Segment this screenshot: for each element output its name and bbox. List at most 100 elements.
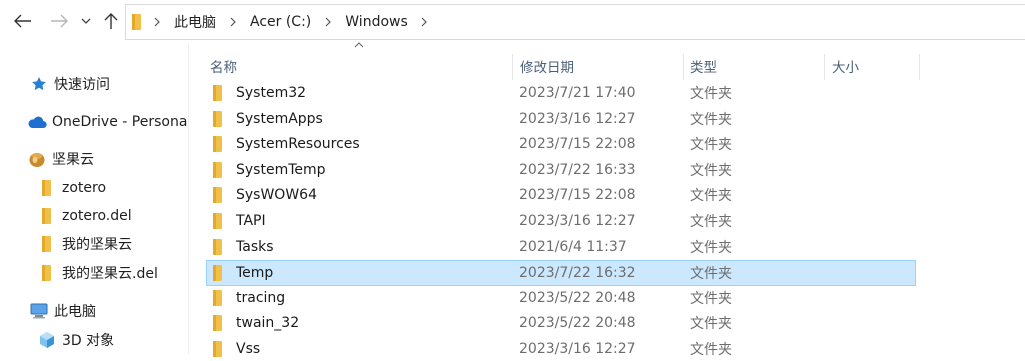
- nav-item-label: 3D 对象: [62, 333, 115, 349]
- nav-item-label: 我的坚果云: [62, 237, 132, 253]
- column-divider[interactable]: [824, 54, 825, 80]
- file-row[interactable]: Vss 2023/3/16 12:27 文件夹: [207, 337, 915, 361]
- file-type: 文件夹: [690, 86, 732, 102]
- pane-divider[interactable]: [188, 44, 189, 354]
- address-bar[interactable]: 此电脑 Acer (C:) Windows: [125, 4, 1025, 40]
- folder-icon: [36, 207, 58, 225]
- up-button[interactable]: [100, 7, 122, 35]
- file-type: 文件夹: [690, 137, 732, 154]
- nav-item-label: 此电脑: [54, 304, 96, 320]
- breadcrumb-this-pc[interactable]: 此电脑: [172, 12, 218, 32]
- file-row[interactable]: SystemResources 2023/7/15 22:08 文件夹: [207, 132, 915, 156]
- folder-icon: [36, 235, 58, 253]
- nav-item-label: OneDrive - Persona: [52, 114, 188, 130]
- file-name[interactable]: SystemTemp: [236, 158, 326, 182]
- column-header-size[interactable]: 大小: [832, 52, 912, 80]
- file-date-modified: 2023/3/16 12:27: [519, 110, 636, 127]
- file-row[interactable]: SystemTemp 2023/7/22 16:33 文件夹: [207, 158, 915, 182]
- file-row[interactable]: tracing 2023/5/22 20:48 文件夹: [207, 286, 915, 310]
- file-row[interactable]: Temp 2023/7/22 16:32 文件夹: [206, 260, 916, 287]
- arrow-left-icon: [14, 14, 31, 28]
- chevron-right-icon[interactable]: [418, 15, 432, 29]
- chevron-right-icon: [150, 15, 164, 29]
- nav-item-zotero[interactable]: zotero: [36, 175, 106, 201]
- recent-locations-button[interactable]: [78, 7, 94, 35]
- nav-item-jianguoyun[interactable]: 坚果云: [26, 146, 94, 172]
- cloud-icon: [26, 113, 48, 131]
- nav-item-zotero-del[interactable]: zotero.del: [36, 203, 132, 229]
- breadcrumb-drive[interactable]: Acer (C:): [248, 14, 313, 30]
- chevron-down-icon: [81, 18, 91, 24]
- file-date-modified: 2023/7/22 16:33: [519, 161, 636, 178]
- forward-button[interactable]: [48, 7, 70, 35]
- nut-icon: [26, 150, 48, 168]
- file-row[interactable]: Tasks 2021/6/4 11:37 文件夹: [207, 235, 915, 259]
- file-type: 文件夹: [690, 188, 732, 205]
- folder-icon: [213, 261, 231, 285]
- file-date-modified: 2023/3/16 12:27: [519, 213, 636, 229]
- folder-icon: [213, 107, 231, 131]
- folder-icon: [36, 264, 58, 282]
- folder-icon: [213, 132, 231, 156]
- nav-item-label: zotero: [62, 180, 107, 196]
- file-type: 文件夹: [690, 214, 732, 230]
- folder-icon: [36, 179, 58, 197]
- nav-item-my-jianguoyun[interactable]: 我的坚果云: [36, 231, 132, 257]
- folder-icon: [132, 14, 141, 30]
- folder-icon: [213, 311, 231, 335]
- file-row[interactable]: SystemApps 2023/3/16 12:27 文件夹: [207, 107, 915, 131]
- file-name[interactable]: Tasks: [236, 235, 274, 259]
- file-date-modified: 2023/7/21 17:40: [519, 85, 636, 101]
- nav-item-my-jianguoyun-del[interactable]: 我的坚果云.del: [36, 260, 158, 286]
- nav-item-label: zotero.del: [62, 208, 132, 224]
- file-row[interactable]: SysWOW64 2023/7/15 22:08 文件夹: [207, 183, 915, 207]
- chevron-right-icon[interactable]: [226, 15, 240, 29]
- file-date-modified: 2023/5/22 20:48: [519, 315, 636, 332]
- file-type: 文件夹: [690, 266, 732, 283]
- folder-icon: [213, 183, 231, 207]
- file-type: 文件夹: [690, 342, 732, 358]
- sort-ascending-icon: [354, 42, 364, 48]
- nav-item-label: 坚果云: [52, 152, 94, 168]
- column-divider[interactable]: [683, 54, 684, 80]
- computer-icon: [28, 302, 50, 320]
- folder-icon: [213, 81, 231, 105]
- nav-item-this-pc[interactable]: 此电脑: [28, 298, 96, 324]
- file-row[interactable]: TAPI 2023/3/16 12:27 文件夹: [207, 209, 915, 233]
- file-name[interactable]: twain_32: [236, 311, 299, 335]
- column-divider[interactable]: [512, 54, 513, 80]
- chevron-right-icon[interactable]: [321, 15, 335, 29]
- nav-item-onedrive[interactable]: OneDrive - Persona: [26, 109, 187, 135]
- file-name[interactable]: System32: [236, 81, 306, 105]
- folder-icon: [213, 286, 231, 310]
- file-name[interactable]: SystemApps: [236, 107, 323, 131]
- nav-item-quick-access[interactable]: 快速访问: [28, 71, 110, 97]
- column-header: 名称 修改日期 类型 大小: [200, 52, 920, 80]
- file-name[interactable]: tracing: [236, 286, 285, 310]
- file-name[interactable]: TAPI: [236, 209, 266, 233]
- file-row[interactable]: System32 2023/7/21 17:40 文件夹: [207, 81, 915, 105]
- file-date-modified: 2023/7/15 22:08: [519, 187, 636, 204]
- folder-icon: [213, 235, 231, 259]
- address-folder-icon: [132, 13, 142, 31]
- breadcrumb-windows[interactable]: Windows: [343, 14, 410, 30]
- folder-icon: [213, 209, 231, 233]
- file-date-modified: 2023/5/22 20:48: [519, 289, 636, 306]
- column-header-type[interactable]: 类型: [690, 52, 820, 80]
- back-button[interactable]: [12, 7, 34, 35]
- folder-icon: [213, 158, 231, 182]
- column-header-date[interactable]: 修改日期: [520, 52, 680, 80]
- column-header-name[interactable]: 名称: [210, 52, 510, 80]
- file-name[interactable]: SysWOW64: [236, 183, 317, 207]
- file-name[interactable]: Temp: [236, 261, 273, 285]
- file-name[interactable]: SystemResources: [236, 132, 360, 156]
- file-type: 文件夹: [690, 290, 732, 307]
- file-date-modified: 2023/3/16 12:27: [519, 341, 636, 357]
- file-row[interactable]: twain_32 2023/5/22 20:48 文件夹: [207, 311, 915, 335]
- file-type: 文件夹: [690, 316, 732, 333]
- column-divider[interactable]: [919, 54, 920, 80]
- file-type: 文件夹: [690, 162, 732, 179]
- nav-item-3d-objects[interactable]: 3D 对象: [36, 327, 114, 353]
- file-date-modified: 2023/7/22 16:32: [519, 265, 636, 282]
- file-name[interactable]: Vss: [236, 337, 260, 361]
